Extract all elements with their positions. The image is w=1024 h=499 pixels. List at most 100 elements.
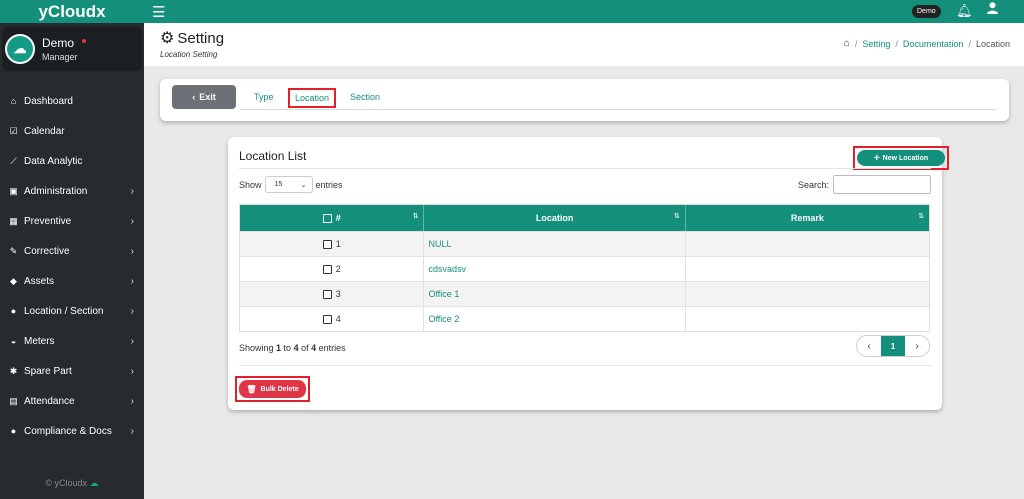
chevron-right-icon: › [130,275,134,287]
row-checkbox[interactable] [322,239,332,249]
row-checkbox[interactable] [322,314,332,324]
row-select-cell: 4 [240,307,425,331]
location-link[interactable]: Office 1 [428,289,459,299]
sidebar-item-label: Calendar [24,125,65,137]
sort-icon[interactable]: ⇅ [918,212,924,220]
sidebar-item-label: Administration [24,185,88,197]
row-number: 4 [335,314,341,324]
chevron-right-icon: › [130,185,134,197]
sidebar-item-dashboard[interactable]: ⌂ Dashboard [0,86,144,116]
home-icon[interactable]: ⌂ [844,38,850,49]
column-remark[interactable]: Remark ⇅ [686,205,929,231]
chevron-left-icon: ‹ [192,92,196,102]
search-input[interactable] [833,175,931,194]
sidebar-item-label: Location / Section [24,305,104,317]
demo-badge[interactable]: Demo [912,5,941,18]
sort-icon[interactable]: ⇅ [674,212,680,220]
row-select-cell: 1 [240,232,425,256]
entries-value: 15 [274,181,283,188]
page-title: ⚙ Setting [160,28,224,48]
hamburger-menu-icon[interactable]: ☰ [152,3,165,21]
location-list-card: Location List + New Location Show 15 ⌄ e… [228,137,949,410]
sidebar-item-label: Data Analytic [24,155,83,167]
location-cell: cdsvadsv [424,257,686,281]
page-button-current[interactable]: 1 [881,336,905,356]
row-number: 3 [335,289,341,299]
user-icon[interactable] [987,2,998,17]
new-location-label: New Location [882,154,929,162]
sidebar: yCloudx ☁ Demo Manager ⌂ Dashboard ☑ Calend… [0,0,144,499]
showing-info: Showing 1 to 4 of 4 entries [239,343,346,353]
bulk-delete-button[interactable]: 🗑︎ Bulk Delete [239,380,306,398]
entries-select[interactable]: 15 ⌄ [264,176,313,193]
sidebar-item-data-analytic[interactable]: ⟋ Data Analytic [0,146,144,176]
table-row: 3 Office 1 [240,281,929,306]
table-body: 1 NULL 2 cdsvadsv 3 Office 1 4 Office 2 [240,231,929,331]
user-name: Demo [42,36,75,50]
exit-label: Exit [199,92,216,102]
sidebar-item-calendar[interactable]: ☑ Calendar [0,116,144,146]
sidebar-item-location-section[interactable]: ● Location / Section › [0,296,144,326]
page-title-text: Setting [177,29,225,47]
entries-label: entries [315,179,343,190]
table-row: 1 NULL [240,231,929,256]
sidebar-item-label: Meters [24,335,55,347]
sidebar-item-meters[interactable]: ◒ Meters › [0,326,144,356]
select-all-checkbox[interactable] [322,213,332,223]
tab-type[interactable]: Type [254,92,274,102]
circle-icon: ● [10,426,17,436]
sort-icon[interactable]: ⇅ [413,212,419,220]
sidebar-item-preventive[interactable]: ▦ Preventive › [0,206,144,236]
column-number[interactable]: # ⇅ [240,205,425,231]
location-cell: Office 1 [424,282,686,306]
pagination: ‹ 1 › [856,335,930,357]
sidebar-item-compliance-docs[interactable]: ● Compliance & Docs › [0,416,144,446]
sidebar-item-administration[interactable]: ▣ Administration › [0,176,144,206]
row-checkbox[interactable] [322,264,332,274]
table-header: # ⇅ Location ⇅ Remark ⇅ [240,205,929,231]
column-location[interactable]: Location ⇅ [424,205,686,231]
chevron-down-icon: ⌄ [300,181,307,189]
user-role: Manager [42,52,78,62]
avatar: ☁ [5,34,35,64]
card-title: Location List [239,149,307,163]
sidebar-item-label: Compliance & Docs [24,425,112,437]
tab-section[interactable]: Section [350,92,380,102]
brand-logo[interactable]: yCloudx [0,0,144,23]
user-profile[interactable]: ☁ Demo Manager [2,27,142,71]
globe-icon: ● [10,306,17,316]
row-number: 2 [335,264,341,274]
sidebar-item-label: Dashboard [24,95,73,107]
remark-cell [686,257,929,281]
table-row: 4 Office 2 [240,306,929,331]
sidebar-item-attendance[interactable]: ▤ Attendance › [0,386,144,416]
next-page-button[interactable]: › [905,336,929,356]
sidebar-item-label: Spare Part [24,365,72,377]
prev-page-button[interactable]: ‹ [857,336,881,356]
status-dot [82,38,87,43]
sidebar-item-spare-part[interactable]: ✱ Spare Part › [0,356,144,386]
breadcrumb-documentation[interactable]: Documentation [903,39,964,49]
row-number: 1 [335,239,341,249]
location-link[interactable]: Office 2 [428,314,459,324]
sidebar-item-assets[interactable]: ◆ Assets › [0,266,144,296]
tab-location[interactable]: Location [288,88,337,108]
cogs-icon: ✱ [9,365,18,376]
chevron-right-icon: › [130,305,134,317]
row-checkbox[interactable] [322,289,332,299]
new-location-button[interactable]: + New Location [857,150,945,166]
divider [239,365,931,366]
tab-card: ‹ Exit Type Location Section [160,79,1009,121]
bell-icon[interactable]: 🔔︎ [956,3,973,19]
location-link[interactable]: NULL [428,239,451,249]
plus-icon: + [873,152,880,164]
sidebar-item-corrective[interactable]: ✎ Corrective › [0,236,144,266]
exit-button[interactable]: ‹ Exit [172,85,236,109]
breadcrumb-setting[interactable]: Setting [862,39,890,49]
chevron-right-icon: › [130,245,134,257]
location-link[interactable]: cdsvadsv [428,264,466,274]
chevron-right-icon: › [130,395,134,407]
sidebar-item-label: Assets [24,275,55,287]
chevron-right-icon: › [130,425,134,437]
remark-cell [686,232,929,256]
